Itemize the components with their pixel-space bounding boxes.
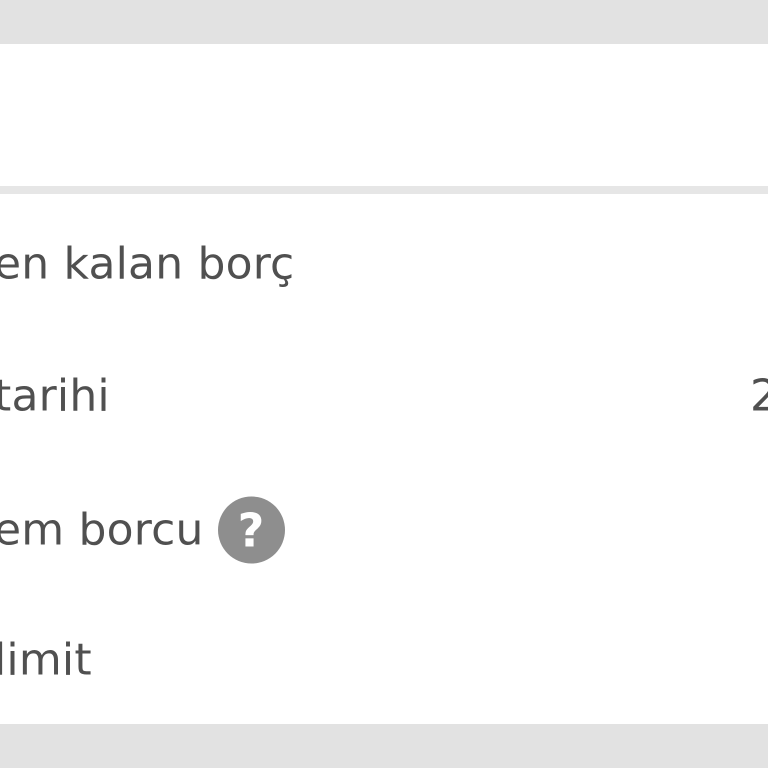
row-remaining-debt-label: en kalan borç (0, 238, 295, 290)
row-payment-debt[interactable]: em borcu ? (0, 490, 768, 570)
header-card (0, 44, 768, 186)
row-limit[interactable]: limit (0, 620, 768, 700)
section-divider (0, 186, 768, 194)
row-date-value: 2 (750, 370, 768, 422)
row-limit-label: limit (0, 634, 92, 686)
row-payment-debt-label-container: em borcu ? (0, 496, 285, 564)
help-question-icon[interactable]: ? (217, 496, 285, 564)
row-date[interactable]: tarihi 2 (0, 356, 768, 436)
bottom-background-strip (0, 724, 768, 768)
row-payment-debt-label: em borcu (0, 504, 204, 556)
row-date-label: tarihi (0, 370, 110, 422)
top-background-strip (0, 0, 768, 44)
row-remaining-debt[interactable]: en kalan borç (0, 224, 768, 304)
